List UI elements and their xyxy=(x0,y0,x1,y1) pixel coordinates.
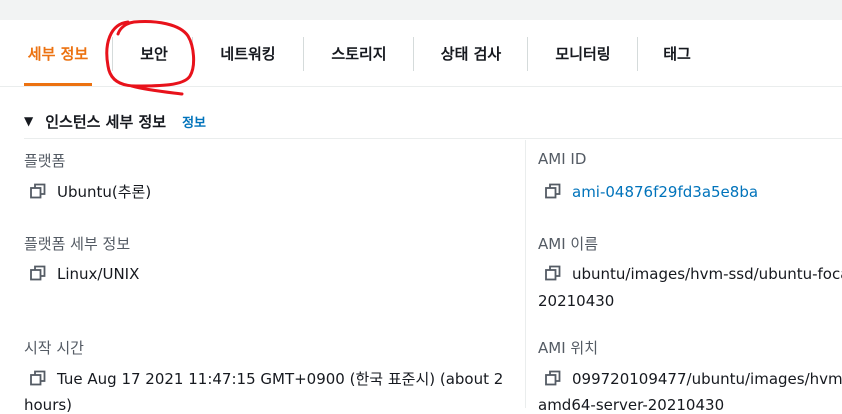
top-strip xyxy=(0,0,842,20)
tab-divider xyxy=(112,37,113,71)
platform-details-value: Linux/UNIX xyxy=(57,265,140,283)
ami-id-link[interactable]: ami-04876f29fd3a5e8ba xyxy=(572,183,758,201)
section-title: 인스턴스 세부 정보 xyxy=(45,112,167,131)
platform-value: Ubuntu(추론) xyxy=(57,183,152,201)
section-divider xyxy=(24,138,842,139)
tab-tags[interactable]: 태그 xyxy=(652,20,702,86)
tab-monitoring[interactable]: 모니터링 xyxy=(542,20,624,86)
ami-id-label: AMI ID xyxy=(538,150,587,168)
tab-status-checks[interactable]: 상태 검사 xyxy=(428,20,514,86)
tab-divider xyxy=(413,37,414,71)
tab-divider xyxy=(637,37,638,71)
tab-divider xyxy=(303,37,304,71)
copy-icon[interactable] xyxy=(30,370,46,386)
ami-name-value: ubuntu/images/hvm-ssd/ubuntu-foca xyxy=(572,265,842,283)
tab-security[interactable]: 보안 xyxy=(130,20,178,86)
launch-time-label: 시작 시간 xyxy=(24,339,84,357)
ami-location-value: 099720109477/ubuntu/images/hvm- xyxy=(572,370,842,388)
ami-name-value-row: ubuntu/images/hvm-ssd/ubuntu-foca xyxy=(545,261,842,287)
copy-icon[interactable] xyxy=(545,265,561,281)
column-divider xyxy=(525,140,526,408)
copy-icon[interactable] xyxy=(545,183,561,199)
ami-location-value-cont: amd64-server-20210430 xyxy=(538,396,725,414)
ami-name-label: AMI 이름 xyxy=(538,235,598,253)
copy-icon[interactable] xyxy=(30,183,46,199)
tab-divider xyxy=(192,37,193,71)
info-link[interactable]: 정보 xyxy=(182,112,206,131)
tab-details[interactable]: 세부 정보 xyxy=(24,20,92,86)
platform-value-row: Ubuntu(추론) xyxy=(30,179,151,205)
launch-time-value-cont: hours) xyxy=(24,396,73,414)
ami-location-value-row: 099720109477/ubuntu/images/hvm- xyxy=(545,366,842,392)
copy-icon[interactable] xyxy=(30,265,46,281)
platform-label: 플랫폼 xyxy=(24,152,66,170)
launch-time-value: Tue Aug 17 2021 11:47:15 GMT+0900 (한국 표준… xyxy=(57,370,504,388)
platform-details-value-row: Linux/UNIX xyxy=(30,261,139,287)
collapse-caret-icon[interactable]: ▼ xyxy=(24,114,33,128)
tab-bar: 세부 정보 보안 네트워킹 스토리지 상태 검사 모니터링 태그 xyxy=(0,20,842,87)
ami-id-value-row[interactable]: ami-04876f29fd3a5e8ba xyxy=(545,179,758,205)
tab-networking[interactable]: 네트워킹 xyxy=(206,20,290,86)
copy-icon[interactable] xyxy=(545,370,561,386)
platform-details-label: 플랫폼 세부 정보 xyxy=(24,235,131,253)
instance-details-header: ▼ 인스턴스 세부 정보 정보 xyxy=(24,110,206,132)
ami-location-label: AMI 위치 xyxy=(538,339,598,357)
tab-divider xyxy=(527,37,528,71)
ami-name-value-cont: 20210430 xyxy=(538,292,615,310)
launch-time-value-row: Tue Aug 17 2021 11:47:15 GMT+0900 (한국 표준… xyxy=(30,366,503,392)
tab-storage[interactable]: 스토리지 xyxy=(318,20,400,86)
